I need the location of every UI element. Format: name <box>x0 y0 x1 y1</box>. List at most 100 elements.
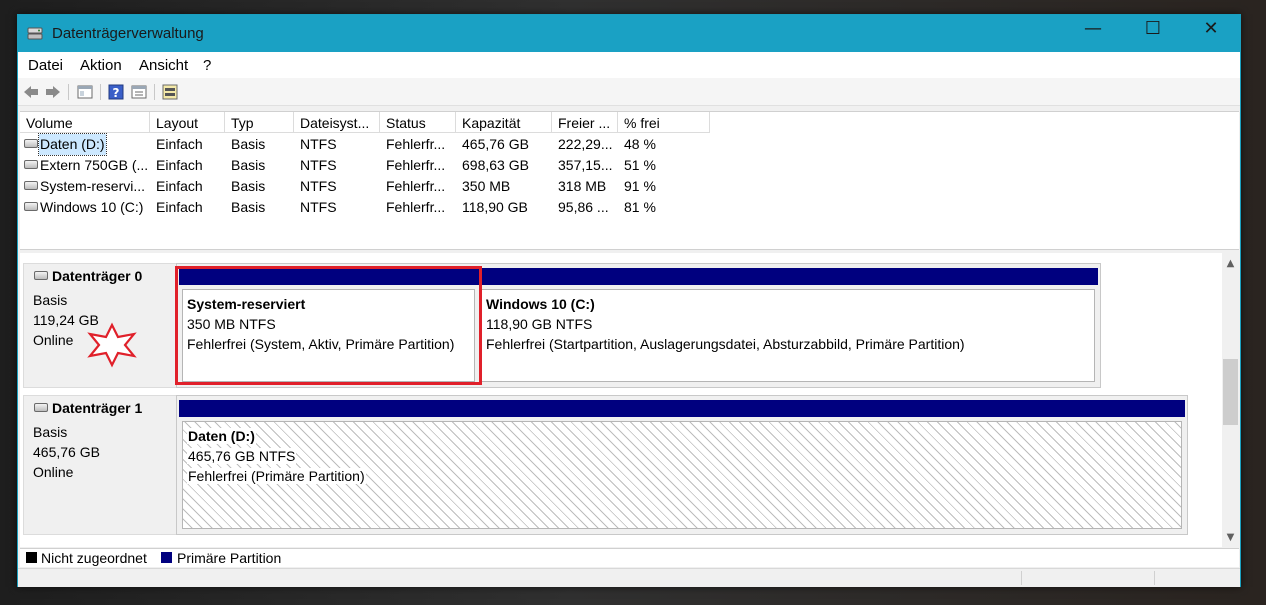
table-row[interactable]: System-reservi... Einfach Basis NTFS Feh… <box>20 176 720 197</box>
column-header-layout[interactable]: Layout <box>150 112 225 133</box>
volume-name: System-reservi... <box>40 178 146 194</box>
volume-layout: Einfach <box>156 199 203 215</box>
disk-type: Basis <box>33 424 68 440</box>
partition-type-bar <box>478 268 1098 285</box>
disk-size: 465,76 GB <box>33 444 100 460</box>
table-row[interactable]: Extern 750GB (... Einfach Basis NTFS Feh… <box>20 155 720 176</box>
volume-capacity: 698,63 GB <box>462 157 529 173</box>
partition-daten-d[interactable]: Daten (D:) 465,76 GB NTFS Fehlerfrei (Pr… <box>179 400 1185 532</box>
volume-type: Basis <box>231 199 266 215</box>
volume-free-space: 95,86 ... <box>558 199 609 215</box>
disk-1-partition-area: Daten (D:) 465,76 GB NTFS Fehlerfrei (Pr… <box>176 395 1188 535</box>
partition-windows-c[interactable]: Windows 10 (C:) 118,90 GB NTFS Fehlerfre… <box>478 268 1098 385</box>
rescan-disks-icon[interactable] <box>161 83 179 101</box>
toolbar-separator <box>68 84 69 100</box>
disk-type: Basis <box>33 292 68 308</box>
scroll-up-icon[interactable]: ▲ <box>1222 255 1239 272</box>
minimize-icon: — <box>1084 18 1102 39</box>
volume-icon <box>24 202 38 211</box>
volume-status: Fehlerfr... <box>386 178 446 194</box>
maximize-button[interactable]: ☐ <box>1124 15 1182 45</box>
volume-percent-free: 51 % <box>624 157 656 173</box>
scrollbar-thumb[interactable] <box>1223 359 1238 425</box>
vertical-scrollbar[interactable]: ▲ ▼ <box>1222 253 1239 547</box>
volume-filesystem: NTFS <box>300 178 337 194</box>
partition-body: Daten (D:) 465,76 GB NTFS Fehlerfrei (Pr… <box>182 421 1182 529</box>
menu-ansicht[interactable]: Ansicht <box>139 57 188 74</box>
partition-title: Daten (D:) <box>187 428 256 444</box>
partition-size: 118,90 GB NTFS <box>486 316 593 332</box>
properties-icon[interactable] <box>130 83 148 101</box>
partition-body: Windows 10 (C:) 118,90 GB NTFS Fehlerfre… <box>481 289 1095 382</box>
volume-layout: Einfach <box>156 157 203 173</box>
disk-1-label[interactable]: Datenträger 1 Basis 465,76 GB Online <box>23 395 178 535</box>
back-icon[interactable] <box>22 83 40 101</box>
partition-size: 465,76 GB NTFS <box>187 448 297 464</box>
menu-bar: Datei Aktion Ansicht ? <box>18 52 1240 78</box>
highlight-box <box>175 266 482 385</box>
volume-status: Fehlerfr... <box>386 136 446 152</box>
volume-type: Basis <box>231 157 266 173</box>
volume-status: Fehlerfr... <box>386 199 446 215</box>
forward-icon[interactable] <box>44 83 62 101</box>
close-icon: ✕ <box>1203 18 1219 39</box>
volume-filesystem: NTFS <box>300 199 337 215</box>
help-icon[interactable]: ? <box>107 83 125 101</box>
volume-type: Basis <box>231 136 266 152</box>
volume-name: Windows 10 (C:) <box>40 199 144 215</box>
volume-capacity: 465,76 GB <box>462 136 529 152</box>
toolbar-separator <box>100 84 101 100</box>
menu-help[interactable]: ? <box>203 57 211 74</box>
volume-icon <box>24 160 38 169</box>
volume-capacity: 118,90 GB <box>462 199 528 215</box>
legend-label-primary: Primäre Partition <box>177 550 282 566</box>
show-hide-console-tree-icon[interactable] <box>76 83 94 101</box>
volume-name: Extern 750GB (... <box>40 157 149 173</box>
partition-status: Fehlerfrei (Startpartition, Auslagerungs… <box>486 336 965 352</box>
column-header-typ[interactable]: Typ <box>225 112 294 133</box>
table-row[interactable]: Windows 10 (C:) Einfach Basis NTFS Fehle… <box>20 197 720 218</box>
column-header-kapazitaet[interactable]: Kapazität <box>456 112 552 133</box>
column-header-prozent-frei[interactable]: % frei <box>618 112 710 133</box>
partition-status: Fehlerfrei (Primäre Partition) <box>187 468 366 484</box>
column-header-freier-speicher[interactable]: Freier ... <box>552 112 618 133</box>
volume-free-space: 222,29... <box>558 136 613 152</box>
legend-bar: Nicht zugeordnet Primäre Partition <box>20 548 1239 567</box>
menu-datei[interactable]: Datei <box>28 57 63 74</box>
volume-icon <box>24 139 38 148</box>
window-title: Datenträgerverwaltung <box>52 25 204 42</box>
status-separator <box>1021 571 1022 585</box>
partition-title: Windows 10 (C:) <box>486 296 595 312</box>
legend-label-unallocated: Nicht zugeordnet <box>41 550 147 566</box>
volume-percent-free: 81 % <box>624 199 656 215</box>
toolbar-separator <box>154 84 155 100</box>
volume-list-header: Volume Layout Typ Dateisyst... Status Ka… <box>20 112 710 134</box>
volume-list[interactable]: Volume Layout Typ Dateisyst... Status Ka… <box>20 111 1239 250</box>
volume-name: Daten (D:) <box>38 133 107 156</box>
scroll-down-icon[interactable]: ▼ <box>1222 529 1239 546</box>
volume-layout: Einfach <box>156 178 203 194</box>
title-bar[interactable]: Datenträgerverwaltung — ☐ ✕ <box>18 15 1240 52</box>
status-bar <box>18 568 1240 587</box>
column-header-dateisystem[interactable]: Dateisyst... <box>294 112 380 133</box>
disk-state: Online <box>33 332 74 348</box>
disk-icon <box>34 271 48 280</box>
volume-free-space: 318 MB <box>558 178 607 194</box>
volume-percent-free: 48 % <box>624 136 656 152</box>
partition-type-bar <box>179 400 1185 417</box>
volume-percent-free: 91 % <box>624 178 656 194</box>
column-header-status[interactable]: Status <box>380 112 456 133</box>
disk-icon <box>34 403 48 412</box>
disk-state: Online <box>33 464 74 480</box>
close-button[interactable]: ✕ <box>1182 15 1240 45</box>
status-separator <box>1154 571 1155 585</box>
volume-filesystem: NTFS <box>300 136 337 152</box>
star-marker-icon <box>87 322 137 368</box>
menu-aktion[interactable]: Aktion <box>80 57 122 74</box>
volume-type: Basis <box>231 178 266 194</box>
maximize-icon: ☐ <box>1144 18 1162 39</box>
column-header-volume[interactable]: Volume <box>20 112 150 133</box>
disk-management-app-icon <box>27 27 43 40</box>
table-row[interactable]: Daten (D:) Einfach Basis NTFS Fehlerfr..… <box>20 133 720 156</box>
minimize-button[interactable]: — <box>1064 15 1122 45</box>
